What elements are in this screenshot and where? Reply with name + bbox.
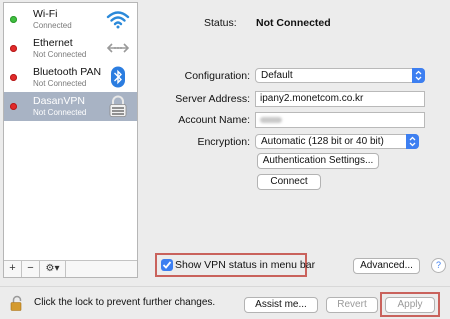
gear-menu-button[interactable]: ⚙▾	[40, 261, 66, 277]
service-list: Wi-Fi Connected Ethernet Not Connected B…	[4, 3, 137, 261]
service-item-bluetooth-pan[interactable]: Bluetooth PAN Not Connected	[4, 63, 137, 92]
service-status: Connected	[33, 21, 72, 30]
encryption-label: Encryption:	[197, 136, 250, 148]
encryption-value: Automatic (128 bit or 40 bit)	[261, 136, 384, 147]
configuration-label: Configuration:	[184, 70, 250, 82]
status-label: Status:	[204, 17, 237, 29]
service-item-dasanvpn[interactable]: DasanVPN Not Connected	[4, 92, 137, 121]
service-sidebar: Wi-Fi Connected Ethernet Not Connected B…	[3, 2, 138, 278]
lock-icon[interactable]	[10, 295, 24, 311]
show-vpn-status-label[interactable]: Show VPN status in menu bar	[175, 259, 315, 271]
account-name-field[interactable]	[255, 112, 425, 128]
redacted-account-name	[260, 117, 282, 123]
service-status: Not Connected	[33, 50, 87, 59]
service-item-wifi[interactable]: Wi-Fi Connected	[4, 5, 137, 34]
account-name-label: Account Name:	[178, 114, 250, 126]
service-name: Ethernet	[33, 37, 73, 49]
service-name: Wi-Fi	[33, 8, 58, 20]
bottom-separator	[0, 286, 450, 287]
status-dot-red	[10, 103, 17, 110]
server-address-field[interactable]: ipany2.monetcom.co.kr	[255, 91, 425, 107]
assist-me-button[interactable]: Assist me...	[244, 297, 318, 313]
encryption-select[interactable]: Automatic (128 bit or 40 bit)	[255, 134, 419, 149]
service-status: Not Connected	[33, 79, 87, 88]
status-dot-red	[10, 74, 17, 81]
configuration-value: Default	[261, 70, 293, 81]
bluetooth-icon	[111, 66, 125, 88]
add-service-button[interactable]: +	[4, 261, 22, 277]
checkmark-icon	[162, 261, 172, 269]
revert-button[interactable]: Revert	[326, 297, 378, 313]
service-status: Not Connected	[33, 108, 87, 117]
service-item-ethernet[interactable]: Ethernet Not Connected	[4, 34, 137, 63]
select-chevron-icon	[406, 134, 419, 149]
vpn-lock-icon	[109, 95, 127, 117]
help-button[interactable]: ?	[431, 258, 446, 273]
connect-button[interactable]: Connect	[257, 174, 321, 190]
sidebar-toolbar: + − ⚙▾	[4, 260, 137, 277]
wifi-icon	[106, 11, 130, 29]
ethernet-icon	[106, 43, 130, 53]
status-dot-green	[10, 16, 17, 23]
lock-message: Click the lock to prevent further change…	[34, 297, 216, 308]
apply-button[interactable]: Apply	[385, 297, 435, 313]
service-name: DasanVPN	[33, 95, 85, 107]
service-name: Bluetooth PAN	[33, 66, 102, 78]
show-vpn-status-checkbox[interactable]	[161, 259, 173, 271]
authentication-settings-button[interactable]: Authentication Settings...	[257, 153, 379, 169]
select-chevron-icon	[412, 68, 425, 83]
status-value: Not Connected	[256, 17, 331, 29]
remove-service-button[interactable]: −	[22, 261, 40, 277]
server-address-label: Server Address:	[175, 93, 250, 105]
advanced-button[interactable]: Advanced...	[353, 258, 420, 274]
configuration-select[interactable]: Default	[255, 68, 425, 83]
status-dot-red	[10, 45, 17, 52]
